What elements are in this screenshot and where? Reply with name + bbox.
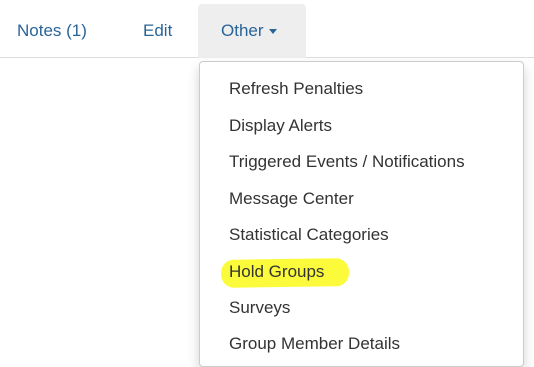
menu-item-group-member-details[interactable]: Group Member Details bbox=[200, 325, 523, 362]
menu-item-label: Display Alerts bbox=[229, 116, 332, 135]
menu-item-message-center[interactable]: Message Center bbox=[200, 180, 523, 217]
tab-other-dropdown[interactable]: Other bbox=[198, 4, 306, 58]
menu-item-label: Refresh Penalties bbox=[229, 79, 364, 98]
menu-item-label: Hold Groups bbox=[229, 262, 325, 281]
menu-item-label: Statistical Categories bbox=[229, 225, 389, 244]
menu-item-surveys[interactable]: Surveys bbox=[200, 289, 523, 326]
menu-item-label: Triggered Events / Notifications bbox=[229, 152, 465, 171]
menu-item-label: Surveys bbox=[229, 298, 291, 317]
menu-item-display-alerts[interactable]: Display Alerts bbox=[200, 107, 523, 144]
tab-notes-label: Notes (1) bbox=[17, 21, 87, 40]
menu-item-label: Message Center bbox=[229, 189, 354, 208]
other-dropdown-menu: Refresh Penalties Display Alerts Trigger… bbox=[199, 61, 524, 367]
tab-other-label: Other bbox=[221, 21, 264, 40]
menu-item-triggered-events[interactable]: Triggered Events / Notifications bbox=[200, 143, 523, 180]
caret-down-icon bbox=[268, 29, 277, 35]
menu-item-hold-groups[interactable]: Hold Groups bbox=[200, 253, 523, 290]
tab-notes[interactable]: Notes (1) bbox=[0, 4, 130, 58]
menu-item-label: Group Member Details bbox=[229, 334, 401, 353]
tab-edit[interactable]: Edit bbox=[130, 4, 198, 58]
menu-item-statistical-categories[interactable]: Statistical Categories bbox=[200, 216, 523, 253]
tab-edit-label: Edit bbox=[143, 21, 173, 40]
patient-nav-tabs: Notes (1) Edit Other bbox=[0, 0, 534, 58]
menu-item-refresh-penalties[interactable]: Refresh Penalties bbox=[200, 70, 523, 107]
